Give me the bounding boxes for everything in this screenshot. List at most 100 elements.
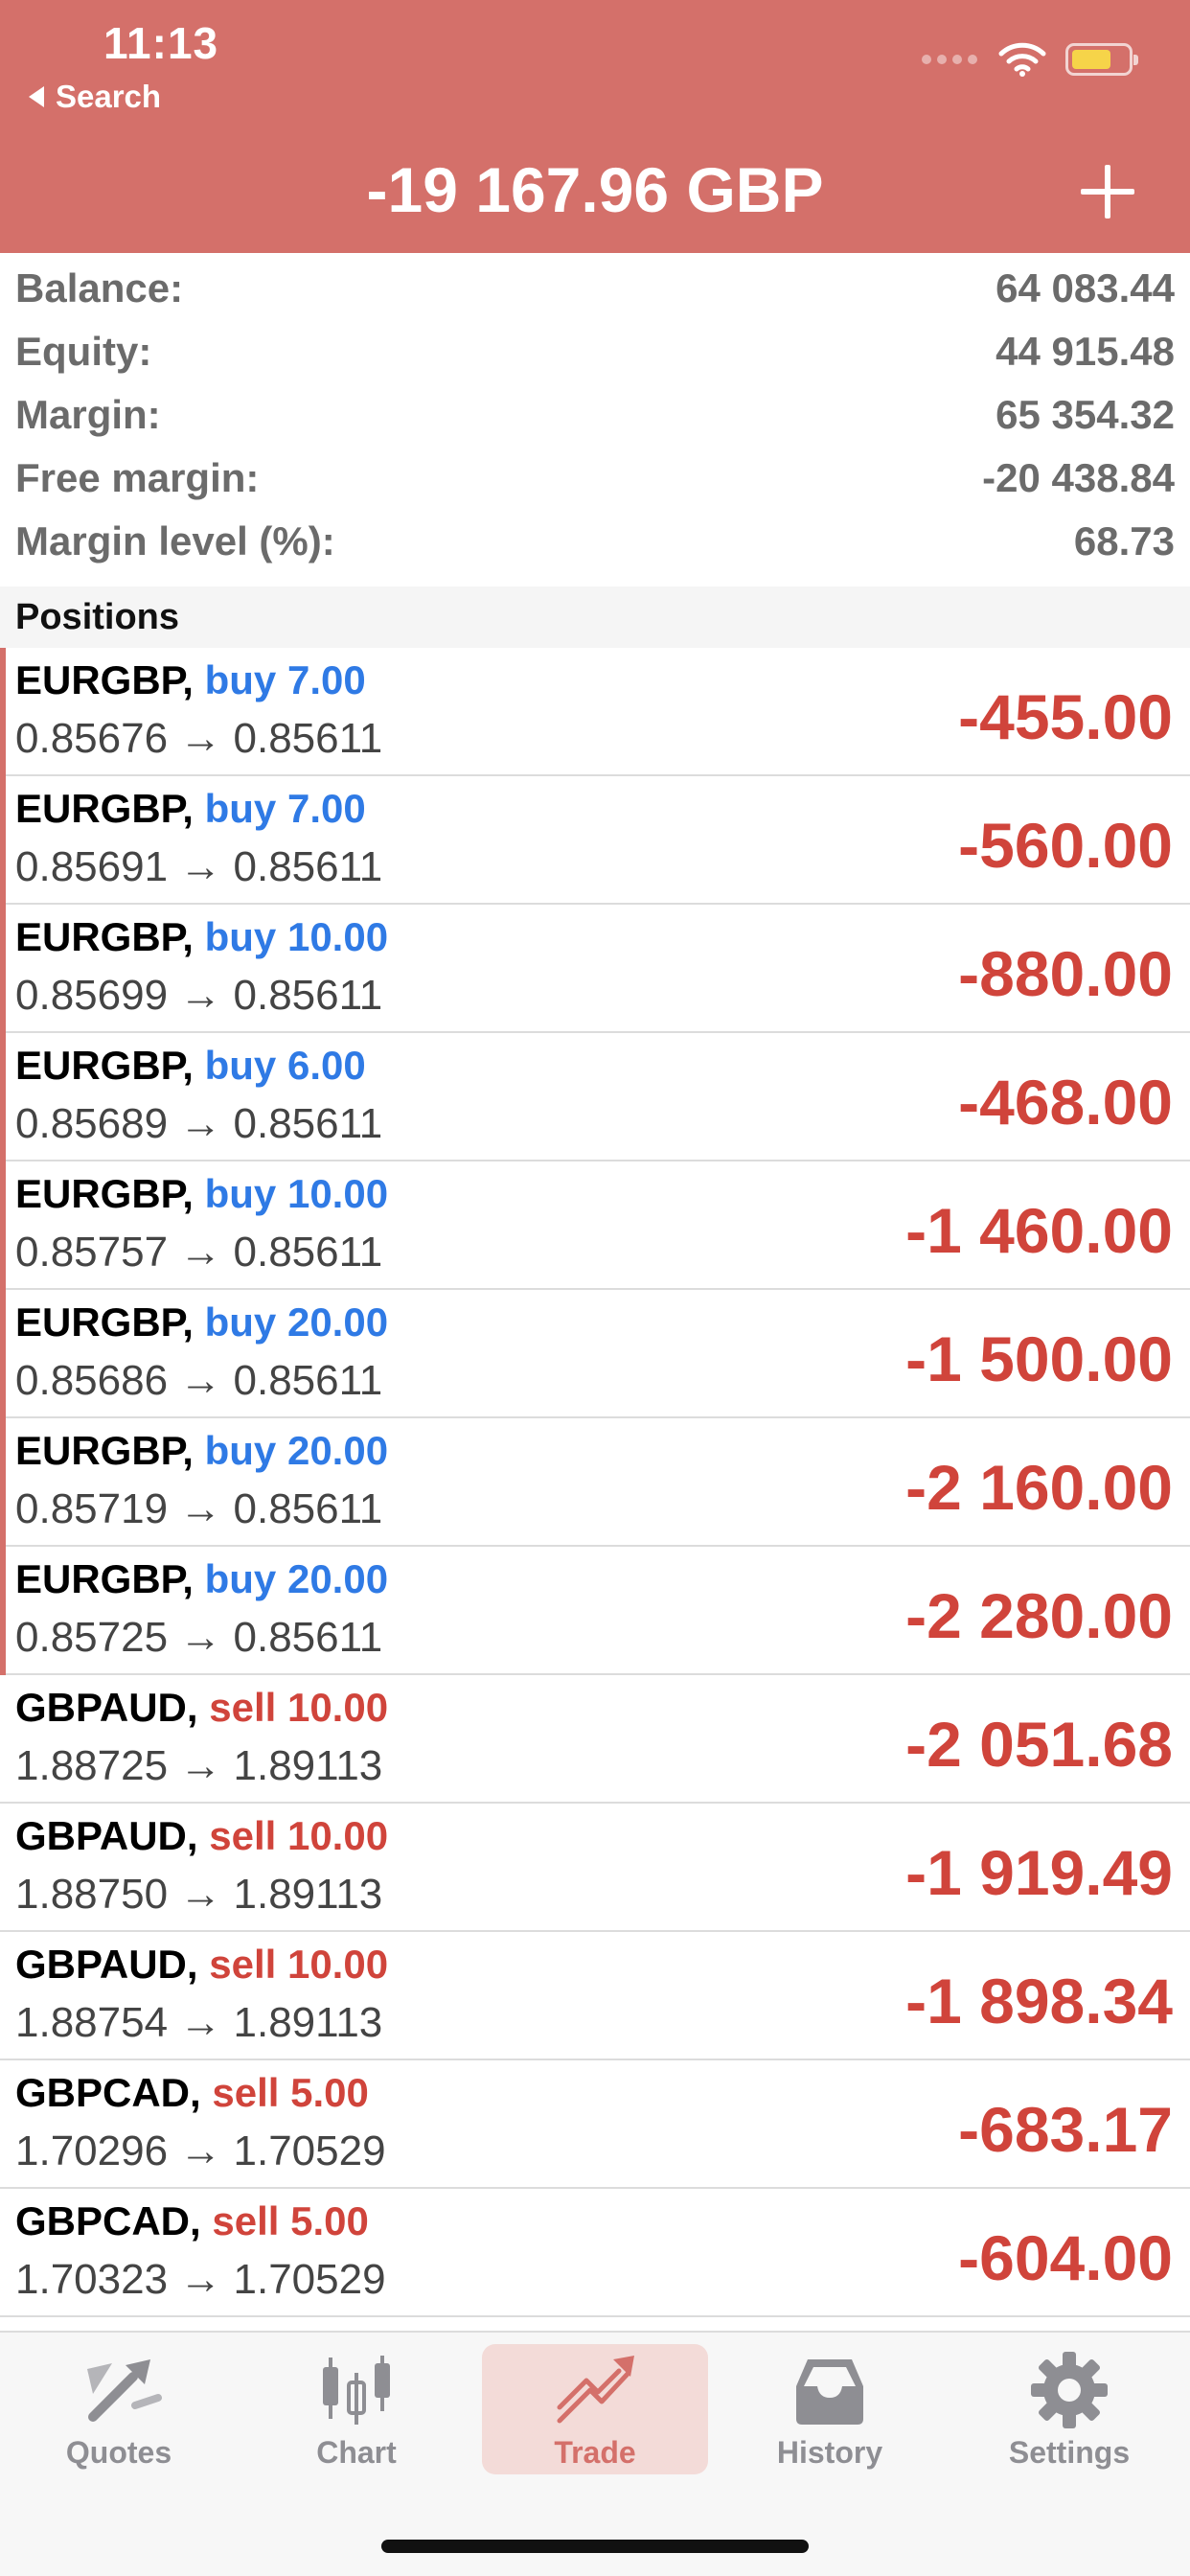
summary-row: Equity: 44 915.48 bbox=[0, 320, 1190, 383]
tab-bar: Quotes Chart Trade History Settings bbox=[0, 2331, 1190, 2576]
position-prices: 1.88750 → 1.89113 bbox=[15, 1871, 383, 1918]
position-symbol: GBPAUD, bbox=[15, 1813, 198, 1858]
position-type-volume: buy 20.00 bbox=[204, 1428, 389, 1473]
position-type-volume: buy 20.00 bbox=[204, 1556, 389, 1601]
position-profit: -2 280.00 bbox=[905, 1580, 1173, 1651]
position-profit: -468.00 bbox=[958, 1067, 1173, 1138]
position-symbol: EURGBP, bbox=[15, 657, 194, 702]
position-type-volume: buy 7.00 bbox=[204, 786, 366, 831]
position-prices: 1.88754 → 1.89113 bbox=[15, 1999, 383, 2046]
wifi-icon bbox=[998, 42, 1046, 77]
battery-icon bbox=[1065, 43, 1138, 76]
back-to-search-link[interactable]: Search bbox=[29, 79, 161, 115]
back-label: Search bbox=[56, 79, 162, 114]
summary-row: Margin: 65 354.32 bbox=[0, 383, 1190, 447]
position-symbol: EURGBP, bbox=[15, 1300, 194, 1345]
position-row[interactable]: EURGBP, buy 10.00 0.85757 → 0.85611 -1 460… bbox=[0, 1162, 1190, 1290]
position-header: GBPAUD, sell 10.00 bbox=[15, 1813, 388, 1859]
position-type-volume: sell 5.00 bbox=[212, 2198, 369, 2243]
summary-label: Margin: bbox=[15, 392, 161, 437]
position-row[interactable]: EURGBP, buy 20.00 0.85719 → 0.85611 -2 160… bbox=[0, 1418, 1190, 1547]
position-symbol: EURGBP, bbox=[15, 1556, 194, 1601]
tab-label: Quotes bbox=[65, 2435, 172, 2470]
position-header: GBPAUD, sell 10.00 bbox=[15, 1685, 388, 1731]
position-row[interactable]: EURGBP, buy 6.00 0.85689 → 0.85611 -468.00 bbox=[0, 1033, 1190, 1162]
summary-label: Margin level (%): bbox=[15, 518, 335, 564]
position-prices: 0.85691 → 0.85611 bbox=[15, 843, 383, 890]
position-row[interactable]: GBPAUD, sell 10.00 1.88725 → 1.89113 -2 05… bbox=[0, 1675, 1190, 1804]
position-prices: 0.85689 → 0.85611 bbox=[15, 1100, 383, 1147]
position-symbol: EURGBP, bbox=[15, 1428, 194, 1473]
position-header: GBPAUD, sell 10.00 bbox=[15, 1942, 388, 1988]
tab-settings[interactable]: Settings bbox=[956, 2344, 1182, 2474]
position-type-volume: buy 7.00 bbox=[204, 657, 366, 702]
position-row[interactable]: EURGBP, buy 7.00 0.85676 → 0.85611 -455.00 bbox=[0, 648, 1190, 776]
position-header: EURGBP, buy 20.00 bbox=[15, 1428, 388, 1474]
position-row[interactable]: GBPCAD, sell 5.00 1.70323 → 1.70529 -604.0… bbox=[0, 2189, 1190, 2317]
summary-value: -20 438.84 bbox=[982, 455, 1175, 500]
position-symbol: EURGBP, bbox=[15, 786, 194, 831]
add-order-button[interactable] bbox=[1081, 165, 1134, 218]
tab-history[interactable]: History bbox=[717, 2344, 943, 2474]
tab-label: Settings bbox=[1008, 2435, 1131, 2470]
position-symbol: GBPAUD, bbox=[15, 1942, 198, 1987]
position-prices: 0.85676 → 0.85611 bbox=[15, 715, 383, 762]
position-header: EURGBP, buy 6.00 bbox=[15, 1043, 366, 1089]
position-row[interactable]: GBPAUD, sell 10.00 1.88754 → 1.89113 -1 89… bbox=[0, 1932, 1190, 2060]
position-row[interactable]: EURGBP, buy 10.00 0.85699 → 0.85611 -880.0… bbox=[0, 905, 1190, 1033]
position-prices: 1.70323 → 1.70529 bbox=[15, 2256, 386, 2303]
position-row[interactable]: EURGBP, buy 20.00 0.85725 → 0.85611 -2 280… bbox=[0, 1547, 1190, 1675]
position-type-volume: buy 10.00 bbox=[204, 1171, 389, 1216]
position-profit: -1 919.49 bbox=[905, 1837, 1173, 1908]
history-icon bbox=[796, 2359, 863, 2425]
summary-value: 68.73 bbox=[1073, 518, 1175, 564]
position-header: EURGBP, buy 10.00 bbox=[15, 1171, 388, 1217]
position-prices: 0.85686 → 0.85611 bbox=[15, 1357, 383, 1404]
position-header: GBPCAD, sell 5.00 bbox=[15, 2198, 369, 2244]
summary-row: Balance: 64 083.44 bbox=[0, 257, 1190, 320]
position-prices: 1.88725 → 1.89113 bbox=[15, 1742, 383, 1789]
position-profit: -455.00 bbox=[958, 681, 1173, 752]
position-profit: -1 460.00 bbox=[905, 1195, 1173, 1266]
position-header: EURGBP, buy 10.00 bbox=[15, 914, 388, 960]
position-header: EURGBP, buy 7.00 bbox=[15, 786, 366, 832]
summary-value: 65 354.32 bbox=[995, 392, 1175, 437]
home-indicator bbox=[381, 2540, 809, 2553]
tab-label: Trade bbox=[554, 2435, 636, 2470]
summary-value: 44 915.48 bbox=[995, 329, 1175, 374]
position-type-volume: sell 10.00 bbox=[209, 1942, 389, 1987]
tab-chart[interactable]: Chart bbox=[243, 2344, 469, 2474]
position-symbol: EURGBP, bbox=[15, 914, 194, 959]
position-prices: 0.85757 → 0.85611 bbox=[15, 1229, 383, 1276]
status-time: 11:13 bbox=[103, 18, 219, 68]
tab-quotes[interactable]: Quotes bbox=[6, 2344, 232, 2474]
tab-trade[interactable]: Trade bbox=[482, 2344, 708, 2474]
summary-label: Free margin: bbox=[15, 455, 260, 500]
position-header: GBPCAD, sell 5.00 bbox=[15, 2070, 369, 2116]
summary-label: Balance: bbox=[15, 265, 184, 310]
summary-value: 64 083.44 bbox=[995, 265, 1175, 310]
summary-row: Margin level (%): 68.73 bbox=[0, 510, 1190, 573]
position-profit: -2 160.00 bbox=[905, 1452, 1173, 1523]
position-prices: 1.70296 → 1.70529 bbox=[15, 2128, 386, 2174]
position-row[interactable]: EURGBP, buy 7.00 0.85691 → 0.85611 -560.00 bbox=[0, 776, 1190, 905]
position-prices: 0.85719 → 0.85611 bbox=[15, 1485, 383, 1532]
status-indicators bbox=[922, 42, 1138, 77]
position-symbol: GBPCAD, bbox=[15, 2070, 201, 2115]
position-row[interactable]: GBPCAD, sell 5.00 1.70296 → 1.70529 -683.1… bbox=[0, 2060, 1190, 2189]
position-symbol: GBPCAD, bbox=[15, 2198, 201, 2243]
position-type-volume: buy 10.00 bbox=[204, 914, 389, 959]
position-row[interactable]: EURGBP, buy 20.00 0.85686 → 0.85611 -1 500… bbox=[0, 1290, 1190, 1418]
summary-row: Free margin: -20 438.84 bbox=[0, 447, 1190, 510]
positions-section-header: Positions bbox=[0, 586, 1190, 648]
position-row[interactable]: GBPAUD, sell 10.00 1.88750 → 1.89113 -1 91… bbox=[0, 1804, 1190, 1932]
tab-label: Chart bbox=[316, 2435, 397, 2470]
cellular-signal-icon bbox=[922, 55, 977, 64]
position-type-volume: sell 10.00 bbox=[209, 1685, 389, 1730]
position-profit: -604.00 bbox=[958, 2222, 1173, 2293]
position-profit: -880.00 bbox=[958, 938, 1173, 1009]
trade-icon bbox=[557, 2356, 634, 2424]
position-prices: 0.85699 → 0.85611 bbox=[15, 972, 383, 1019]
position-prices: 0.85725 → 0.85611 bbox=[15, 1614, 383, 1661]
position-profit: -1 898.34 bbox=[905, 1966, 1173, 2036]
